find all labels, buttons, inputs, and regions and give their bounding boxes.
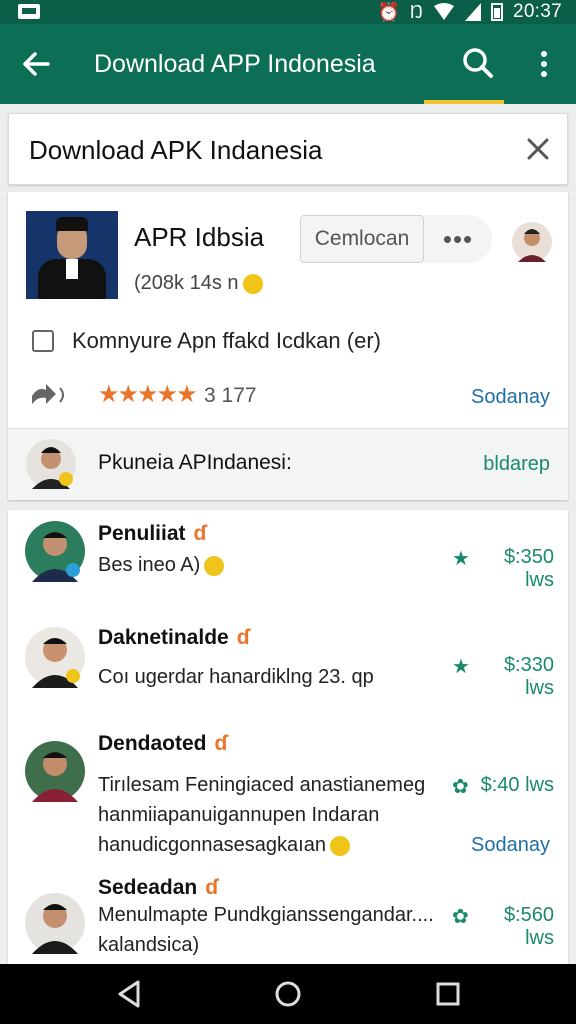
search-query[interactable]: Download APK Indanesia: [29, 135, 322, 166]
publisher-name: Pkuneia APIndanesi:: [98, 451, 292, 474]
review-author: Sedeadan ɗ: [98, 876, 218, 900]
review-author: Daknetinalde ɗ: [98, 626, 250, 650]
review-text: Coı ugerdar hanardiklng 23. qp: [98, 662, 374, 692]
system-nav-bar: [0, 964, 576, 1024]
clock-time: 20:37: [512, 1, 562, 22]
app-meta-text: (208k 14s n: [134, 272, 239, 294]
review-author-name: Sedeadan: [98, 876, 198, 899]
publisher-link[interactable]: bldarep: [448, 453, 550, 476]
app-name: APR Idbsia: [134, 222, 265, 252]
publisher-avatar: [26, 439, 76, 489]
review-price: $:330 lws: [503, 654, 554, 699]
review-text-line: Coı ugerdar hanardiklng 23. qp: [98, 666, 374, 688]
tab-indicator: [424, 100, 504, 104]
badge-icon: ɗ: [236, 626, 250, 649]
review-link[interactable]: Sodanay: [448, 834, 550, 857]
share-icon[interactable]: [28, 380, 68, 410]
review-author-name: Daknetinalde: [98, 626, 229, 649]
app-icon-shirt: [66, 259, 78, 279]
battery-icon: [490, 3, 503, 21]
close-icon[interactable]: [525, 136, 551, 162]
review-text-line: hanudicgonnasesagkaıan: [98, 834, 326, 856]
checkbox-label: Komnyure Apn ffakd Icdkan (er): [72, 328, 381, 353]
badge-icon: ɗ: [205, 876, 219, 899]
app-meta: (208k 14s n: [134, 272, 263, 295]
list-item[interactable]: Penuliiat ɗ Bes ineo A) ★ $:350 lws: [8, 510, 568, 610]
review-text-line: kalandsica): [98, 934, 200, 956]
coin-icon: [242, 273, 263, 294]
rating-stars: ★★★★★: [98, 381, 198, 408]
star-icon: ★: [452, 656, 470, 678]
more-vert-icon[interactable]: [530, 46, 558, 82]
status-icons: ⏰ Ŋ 20:37: [378, 0, 563, 24]
status-bar: ⏰ Ŋ 20:37: [0, 0, 576, 24]
app-bar: Download APP Indonesia: [0, 24, 576, 104]
app-icon[interactable]: [26, 211, 118, 299]
star-icon: ★: [452, 548, 470, 570]
emoji-icon: [204, 555, 225, 576]
see-more-link[interactable]: Sodanay: [448, 386, 550, 409]
avatar: [25, 627, 85, 688]
review-text-line: hanmiiapanuigannupen Indaran: [98, 804, 380, 826]
signal-icon: [464, 3, 481, 21]
reviews-list: Penuliiat ɗ Bes ineo A) ★ $:350 lws Dakne…: [8, 510, 568, 964]
install-button[interactable]: Cemlocan: [300, 215, 424, 263]
emoji-icon: [329, 835, 350, 856]
review-text-line-last: hanudicgonnasesagkaıan: [98, 830, 425, 860]
nfc-icon: Ŋ: [409, 2, 423, 22]
back-nav-icon[interactable]: [114, 978, 146, 1010]
recents-nav-icon[interactable]: [432, 978, 464, 1010]
publisher-row[interactable]: Pkuneia APIndanesi: bldarep: [8, 429, 568, 500]
checkbox[interactable]: [32, 330, 54, 352]
review-price: $:40 lws: [480, 774, 554, 796]
badge-icon: ɗ: [214, 732, 228, 755]
review-author: Dendaoted ɗ: [98, 732, 227, 756]
developer-avatar[interactable]: [512, 222, 552, 262]
back-arrow-icon[interactable]: [18, 46, 54, 82]
avatar: [25, 521, 85, 582]
list-item[interactable]: Daknetinalde ɗ Coı ugerdar hanardiklng 23…: [8, 616, 568, 716]
review-text: Tirılesam Feningiaced anastianemeg hanmi…: [98, 770, 425, 860]
review-text-line: Menulmapte Pundkgianssengandar....: [98, 904, 434, 926]
notification-icon: [18, 4, 40, 19]
review-author: Penuliiat ɗ: [98, 522, 206, 546]
leaf-icon: ✿: [452, 776, 469, 798]
review-text-line: Tirılesam Feningiaced anastianemeg: [98, 774, 426, 796]
app-card: APR Idbsia (208k 14s n Cemlocan ••• Komn…: [8, 192, 568, 500]
list-item[interactable]: Sedeadan ɗ Menulmapte Pundkgianssengandar…: [8, 870, 568, 964]
wifi-icon: [433, 3, 454, 20]
search-bar[interactable]: Download APK Indanesia: [8, 113, 568, 185]
app-bar-title: Download APP Indonesia: [94, 50, 376, 78]
list-item[interactable]: Dendaoted ɗ Tirılesam Feningiaced anastia…: [8, 720, 568, 870]
leaf-icon: ✿: [452, 906, 469, 928]
review-price: $:350 lws: [503, 546, 554, 591]
avatar: [25, 893, 85, 954]
review-price: $:560 lws: [503, 904, 554, 949]
review-author-name: Penuliiat: [98, 522, 186, 545]
review-text: Bes ineo A): [98, 550, 225, 580]
review-text-line: Bes ineo A): [98, 554, 201, 576]
review-author-name: Dendaoted: [98, 732, 207, 755]
badge-icon: ɗ: [193, 522, 207, 545]
overflow-button[interactable]: •••: [424, 215, 492, 263]
home-nav-icon[interactable]: [272, 978, 304, 1010]
review-text: Menulmapte Pundkgianssengandar.... kalan…: [98, 900, 434, 960]
rating-count: 3 177: [204, 384, 257, 407]
avatar: [25, 741, 85, 802]
alarm-icon: ⏰: [377, 2, 400, 22]
app-icon-cap: [56, 217, 88, 231]
search-icon[interactable]: [458, 44, 498, 84]
